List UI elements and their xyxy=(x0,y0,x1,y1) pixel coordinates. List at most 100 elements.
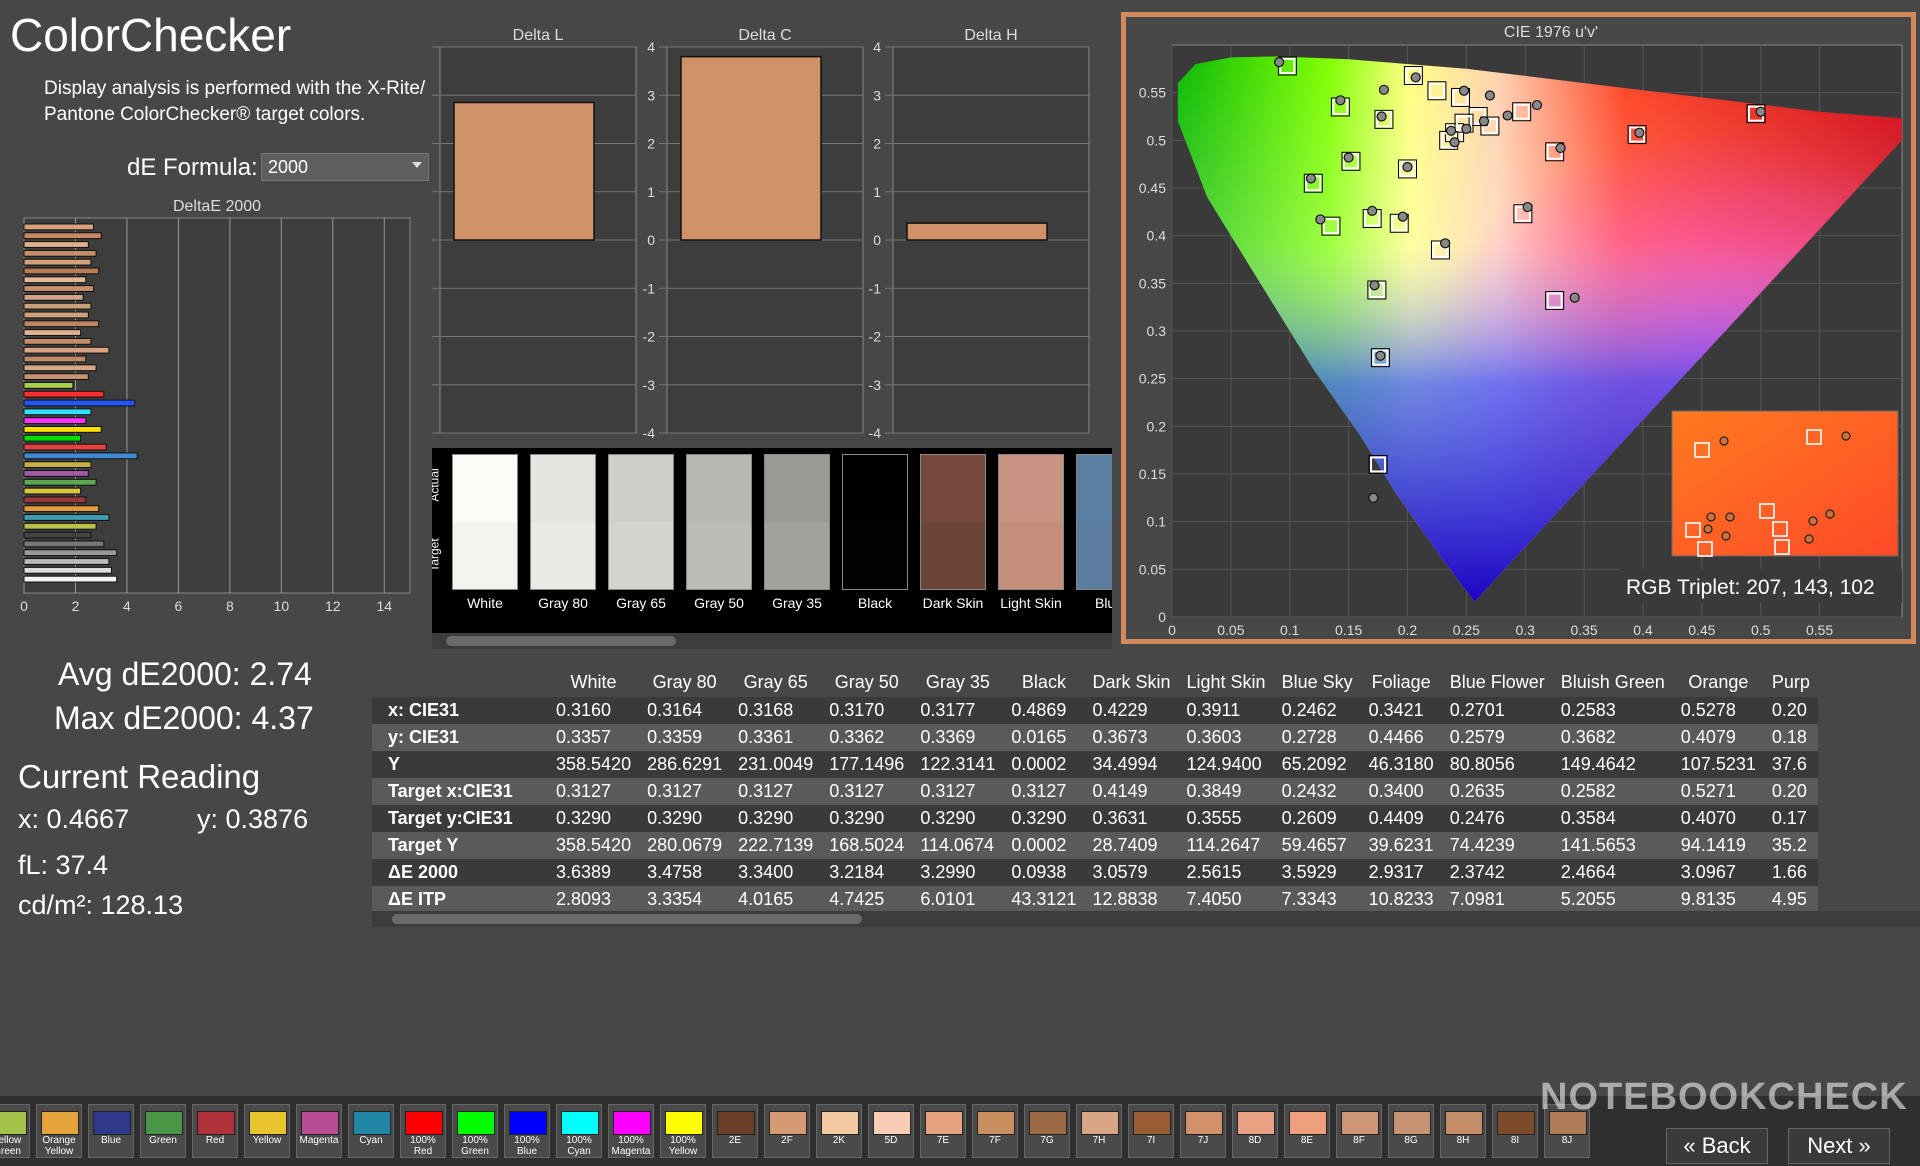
table-scrollbar-thumb[interactable] xyxy=(392,914,862,924)
patch-label: 100% Red xyxy=(410,1135,436,1157)
cie-y-tick: 0.4 xyxy=(1147,228,1167,244)
deltae-tick: 4 xyxy=(123,598,131,614)
patch-button[interactable]: 5D xyxy=(868,1104,914,1158)
patch-swatch xyxy=(1445,1111,1483,1135)
table-cell: 0.3290 xyxy=(730,805,822,832)
table-header-cell: Dark Skin xyxy=(1092,671,1171,692)
patch-label: 5D xyxy=(884,1135,898,1146)
inset-actual-marker xyxy=(1841,431,1851,441)
table-header-cell xyxy=(372,667,548,697)
patch-button[interactable]: 7E xyxy=(920,1104,966,1158)
patch-label: Green xyxy=(149,1135,177,1146)
patch-button[interactable]: 8D xyxy=(1232,1104,1278,1158)
cie-x-tick: 0 xyxy=(1168,622,1176,638)
swatch xyxy=(452,454,518,590)
patch-swatch xyxy=(977,1111,1015,1135)
table-cell: 94.1419 xyxy=(1672,832,1764,859)
table-cell: 43.3121 xyxy=(1003,886,1085,913)
patch-button[interactable]: 100% Magenta xyxy=(608,1104,654,1158)
table-cell: 0.3555 xyxy=(1178,805,1274,832)
table-cell: 0.3290 xyxy=(912,805,1004,832)
patch-button[interactable]: 2E xyxy=(712,1104,758,1158)
cie-y-tick: 0.2 xyxy=(1147,418,1167,434)
table-row: y: CIE31 0.3357 0.3359 0.3361 0.3362 0.3369 0.… xyxy=(372,724,1818,751)
swatch-label: Gray 65 xyxy=(616,595,666,611)
swatch-label: Dark Skin xyxy=(922,595,984,611)
patch-button[interactable]: Yellow xyxy=(244,1104,290,1158)
patch-button[interactable]: Orange Yellow xyxy=(36,1104,82,1158)
patch-label: 8G xyxy=(1404,1135,1418,1146)
cie-actual-marker xyxy=(1274,57,1285,68)
patch-button[interactable]: Magenta xyxy=(296,1104,342,1158)
scrollbar-thumb[interactable] xyxy=(446,636,676,646)
patch-button[interactable]: Green xyxy=(140,1104,186,1158)
patch-button[interactable]: 8I xyxy=(1492,1104,1538,1158)
patch-button[interactable]: Red xyxy=(192,1104,238,1158)
swatch-target xyxy=(921,522,985,589)
swatch xyxy=(764,454,830,590)
patch-button[interactable]: 100% Cyan xyxy=(556,1104,602,1158)
patch-button[interactable]: Yellow Green xyxy=(0,1104,30,1158)
back-button[interactable]: « Back xyxy=(1666,1128,1768,1164)
table-cell: 4.95 xyxy=(1763,886,1818,913)
patch-button[interactable]: 100% Red xyxy=(400,1104,446,1158)
swatch-label: Gray 80 xyxy=(538,595,588,611)
patch-button[interactable]: Blue xyxy=(88,1104,134,1158)
swatch-label: Gray 35 xyxy=(772,595,822,611)
patch-button[interactable]: 7G xyxy=(1024,1104,1070,1158)
patch-button[interactable]: 100% Green xyxy=(452,1104,498,1158)
delta-h-title: Delta H xyxy=(964,27,1017,44)
formula-select[interactable]: 2000 xyxy=(261,153,429,181)
table-row-header: Target x:CIE31 xyxy=(372,778,548,805)
max-de: Max dE2000: 4.37 xyxy=(54,700,314,736)
swatch-scrollbar[interactable] xyxy=(432,633,1112,649)
patch-button[interactable]: 7I xyxy=(1128,1104,1174,1158)
cie-actual-marker xyxy=(1484,90,1496,101)
patch-button[interactable]: 8G xyxy=(1388,1104,1434,1158)
table-header-cell: Gray 50 xyxy=(834,671,899,692)
reading-y: y: 0.3876 xyxy=(197,804,309,834)
patch-swatch xyxy=(821,1111,859,1135)
patch-button[interactable]: 7J xyxy=(1180,1104,1226,1158)
swatch-actual xyxy=(1077,455,1112,522)
table-cell: 0.3127 xyxy=(1003,778,1085,805)
patch-button[interactable]: 7H xyxy=(1076,1104,1122,1158)
cie-y-tick: 0.15 xyxy=(1139,466,1166,482)
table-cell: 0.3290 xyxy=(639,805,731,832)
table-header-cell: Gray 35 xyxy=(925,671,990,692)
table-cell: 0.4149 xyxy=(1084,778,1179,805)
table-cell: 46.3180 xyxy=(1360,751,1442,778)
data-table-wrapper: White Gray 80 Gray 65 Gray 50 Gray 35 Black Da… xyxy=(372,667,1920,927)
delta-l-title: Delta L xyxy=(513,27,564,44)
patch-button[interactable]: 100% Blue xyxy=(504,1104,550,1158)
delta-charts: Delta L 43210-1-2-3-4 Delta C 43210-1-2-… xyxy=(432,27,1090,441)
deltae-chart: DeltaE 2000 0 2 4 6 8 10 12 14 xyxy=(20,198,411,614)
next-button[interactable]: Next » xyxy=(1788,1128,1890,1164)
swatch-target xyxy=(531,522,595,589)
delta-h-tick: 2 xyxy=(873,136,881,152)
table-cell: 0.3682 xyxy=(1552,724,1673,751)
table-row-header: ΔE ITP xyxy=(372,886,548,913)
patch-button[interactable]: 8F xyxy=(1336,1104,1382,1158)
patch-button[interactable]: 8H xyxy=(1440,1104,1486,1158)
cie-chart: CIE 1976 u'v' 0 0.05 0.1 0.15 0.2 0.25 0.3 0.35… xyxy=(1139,24,1903,638)
patch-button[interactable]: 100% Yellow xyxy=(660,1104,706,1158)
deltae-bar xyxy=(23,487,82,495)
patch-button[interactable]: 2F xyxy=(764,1104,810,1158)
patch-button[interactable]: Cyan xyxy=(348,1104,394,1158)
patch-label: Red xyxy=(205,1135,225,1146)
cie-actual-marker xyxy=(1755,106,1766,117)
table-scrollbar[interactable] xyxy=(372,911,1920,927)
inset-actual-marker xyxy=(1808,516,1818,526)
patch-button[interactable]: 8E xyxy=(1284,1104,1330,1158)
table-row: Target y:CIE31 0.3290 0.3290 0.3290 0.3290 0.… xyxy=(372,805,1818,832)
table-cell: 7.0981 xyxy=(1441,886,1553,913)
table-cell: 222.7139 xyxy=(730,832,822,859)
table-cell: 80.8056 xyxy=(1441,751,1553,778)
patch-button[interactable]: 2K xyxy=(816,1104,862,1158)
table-cell: 0.3160 xyxy=(548,697,640,724)
table-cell: 0.4466 xyxy=(1360,724,1442,751)
deltae-tick: 12 xyxy=(325,598,341,614)
reading-cdm2: cd/m²: 128.13 xyxy=(18,890,184,920)
patch-button[interactable]: 7F xyxy=(972,1104,1018,1158)
